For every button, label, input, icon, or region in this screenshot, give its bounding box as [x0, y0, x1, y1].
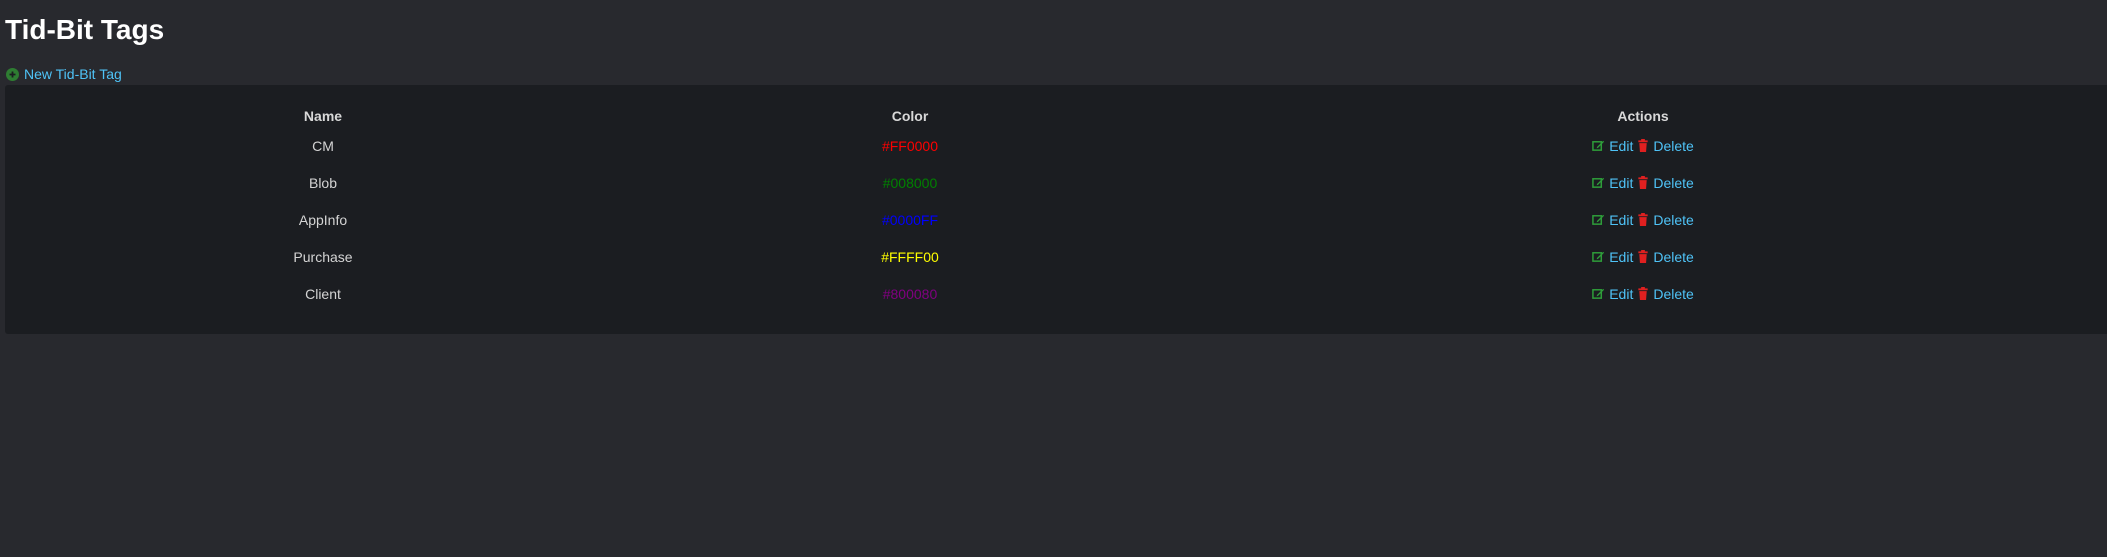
tag-name-cell: Client: [305, 285, 341, 302]
edit-button[interactable]: Edit: [1592, 249, 1633, 265]
new-tid-bit-tag-link[interactable]: New Tid-Bit Tag: [6, 66, 122, 82]
edit-icon: [1592, 139, 1605, 152]
delete-button[interactable]: Delete: [1637, 285, 1694, 302]
trash-icon: [1637, 287, 1649, 300]
edit-button[interactable]: Edit: [1592, 138, 1633, 154]
trash-icon: [1637, 176, 1649, 189]
delete-button[interactable]: Delete: [1637, 174, 1694, 191]
tag-name-cell: Purchase: [293, 248, 353, 265]
edit-icon: [1592, 213, 1605, 226]
actions-cell: Edit Delete: [1179, 201, 2107, 238]
actions-cell: Edit Delete: [1179, 238, 2107, 275]
tags-table: Name Color Actions CM #FF0000 Edit Delete Bl…: [5, 105, 2107, 312]
header-name: Name: [303, 108, 343, 124]
edit-icon: [1592, 250, 1605, 263]
actions-cell: Edit Delete: [1179, 127, 2107, 164]
table-row: CM #FF0000 Edit Delete: [5, 127, 2107, 164]
header-actions: Actions: [1617, 108, 1669, 124]
table-row: Client #800080 Edit Delete: [5, 275, 2107, 312]
tag-color-cell: #008000: [882, 174, 938, 191]
table-header-row: Name Color Actions: [5, 105, 2107, 127]
edit-label: Edit: [1609, 285, 1634, 302]
delete-button[interactable]: Delete: [1637, 211, 1694, 228]
trash-icon: [1637, 213, 1649, 226]
tag-color-cell: #FFFF00: [881, 248, 939, 265]
tag-name-cell: Blob: [308, 174, 338, 191]
delete-label: Delete: [1653, 211, 1694, 228]
delete-label: Delete: [1653, 248, 1694, 265]
trash-icon: [1637, 250, 1649, 263]
new-link-label: New Tid-Bit Tag: [24, 66, 122, 82]
actions-cell: Edit Delete: [1179, 275, 2107, 312]
tag-color-cell: #800080: [882, 285, 938, 302]
trash-icon: [1637, 139, 1649, 152]
edit-label: Edit: [1609, 248, 1634, 265]
table-row: Purchase #FFFF00 Edit Delete: [5, 238, 2107, 275]
tag-color-cell: #0000FF: [881, 211, 939, 228]
delete-label: Delete: [1653, 285, 1694, 302]
page-title: Tid-Bit Tags: [5, 14, 165, 45]
actions-cell: Edit Delete: [1179, 164, 2107, 201]
table-row: AppInfo #0000FF Edit Delete: [5, 201, 2107, 238]
header-color: Color: [891, 108, 929, 124]
delete-button[interactable]: Delete: [1637, 137, 1694, 154]
delete-label: Delete: [1653, 174, 1694, 191]
edit-button[interactable]: Edit: [1592, 286, 1633, 302]
tag-name-cell: CM: [312, 137, 334, 154]
edit-button[interactable]: Edit: [1592, 175, 1633, 191]
tag-name-cell: AppInfo: [298, 211, 348, 228]
edit-button[interactable]: Edit: [1592, 212, 1633, 228]
edit-icon: [1592, 176, 1605, 189]
tags-panel: Name Color Actions CM #FF0000 Edit Delete Bl…: [5, 85, 2107, 334]
edit-label: Edit: [1609, 174, 1634, 191]
edit-label: Edit: [1609, 137, 1634, 154]
edit-label: Edit: [1609, 211, 1634, 228]
plus-circle-icon: [6, 67, 19, 81]
delete-button[interactable]: Delete: [1637, 248, 1694, 265]
edit-icon: [1592, 287, 1605, 300]
tag-color-cell: #FF0000: [881, 137, 939, 154]
delete-label: Delete: [1653, 137, 1694, 154]
table-row: Blob #008000 Edit Delete: [5, 164, 2107, 201]
